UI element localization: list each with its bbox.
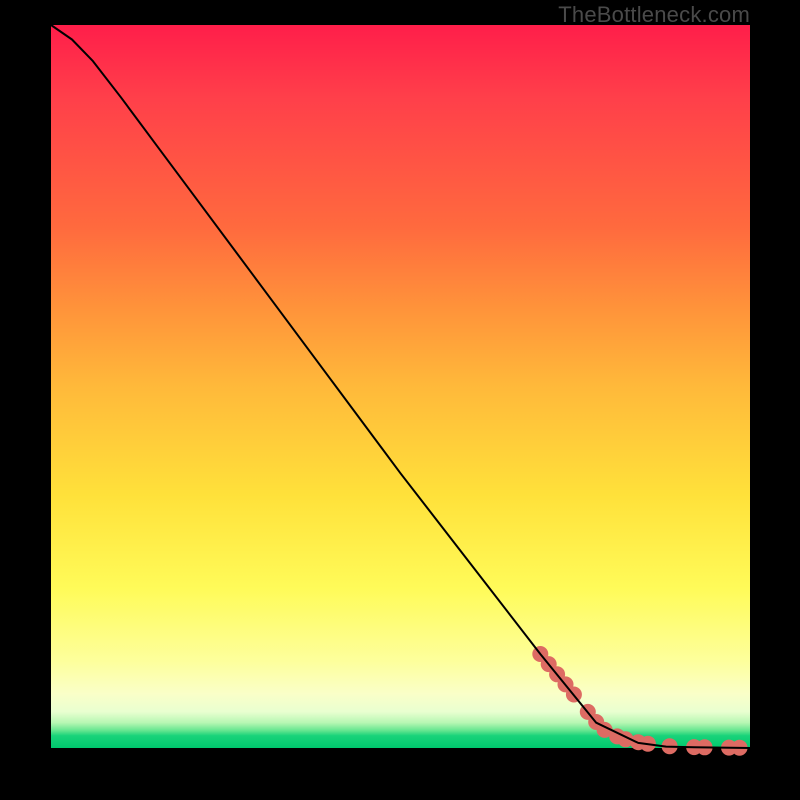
chart-svg: [51, 25, 750, 748]
chart-frame: TheBottleneck.com: [0, 0, 800, 800]
curve-path: [51, 25, 750, 748]
marker-layer: [532, 646, 747, 756]
plot-area: [51, 25, 750, 748]
